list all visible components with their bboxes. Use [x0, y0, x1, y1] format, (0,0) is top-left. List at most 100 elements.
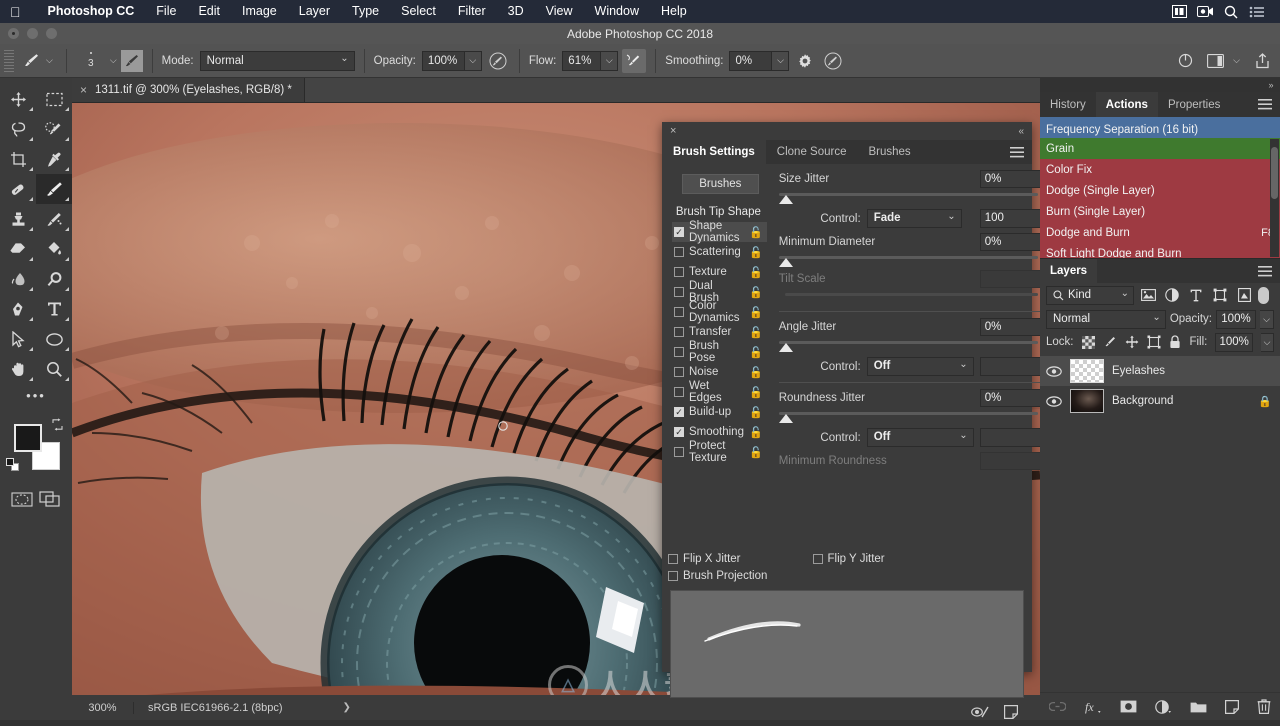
- filter-pixel-icon[interactable]: [1138, 286, 1158, 305]
- expand-arrow-icon[interactable]: ❯: [343, 702, 351, 713]
- action-row-soft-light-dodge-and-burn[interactable]: Soft Light Dodge and Burn: [1040, 243, 1280, 258]
- lock-icon[interactable]: 🔓: [749, 346, 763, 359]
- layer-fill-chevron-down-icon[interactable]: ⌵: [1260, 332, 1274, 352]
- checkbox-wet-edges[interactable]: [674, 387, 684, 397]
- window-controls[interactable]: [8, 23, 57, 44]
- blend-mode-select[interactable]: Normal: [199, 50, 355, 71]
- slider-knob[interactable]: [778, 258, 793, 267]
- tab-brushes[interactable]: Brushes: [857, 140, 921, 164]
- layer-opacity-input[interactable]: 100%: [1216, 309, 1256, 329]
- menu-type[interactable]: Type: [341, 0, 390, 23]
- size-control-select[interactable]: Fade: [866, 208, 962, 228]
- default-colors-icon[interactable]: [6, 458, 19, 471]
- brush-preset-thumbnail[interactable]: [120, 49, 143, 72]
- lock-icon[interactable]: 🔓: [749, 426, 763, 439]
- brush-tool-icon[interactable]: [20, 50, 42, 72]
- layer-fill-input[interactable]: 100%: [1215, 332, 1253, 352]
- menu-view[interactable]: View: [535, 0, 584, 23]
- panel-menu-icon[interactable]: [1010, 140, 1032, 164]
- smoothing-chevron-down-icon[interactable]: ⌵: [772, 50, 790, 71]
- eraser-tool[interactable]: [0, 234, 36, 264]
- brush-option-build-up[interactable]: Build-up 🔓: [672, 402, 767, 422]
- layer-name[interactable]: Background: [1112, 395, 1173, 407]
- menu-select[interactable]: Select: [390, 0, 447, 23]
- tool-preset-chevron-down-icon[interactable]: ⌵: [42, 55, 57, 66]
- checkbox-texture[interactable]: [674, 267, 684, 277]
- lock-icon[interactable]: 🔓: [749, 366, 763, 379]
- opacity-chevron-down-icon[interactable]: ⌵: [464, 50, 482, 71]
- brush-tip-shape-item[interactable]: Brush Tip Shape: [672, 202, 767, 222]
- close-icon[interactable]: ×: [670, 125, 676, 137]
- lock-icon[interactable]: 🔓: [749, 446, 763, 459]
- size-control-steps-input[interactable]: 100: [979, 209, 1042, 228]
- checkbox-build-up[interactable]: [674, 407, 684, 417]
- workspace-chevron-down-icon[interactable]: ⌵: [1229, 55, 1244, 66]
- pen-tool[interactable]: [0, 294, 36, 324]
- apple-logo-icon[interactable]: : [10, 5, 21, 19]
- action-row-burn-single-layer[interactable]: Burn (Single Layer): [1040, 201, 1280, 222]
- minimum-diameter-slider[interactable]: [778, 254, 1042, 268]
- slider-knob[interactable]: [778, 343, 793, 352]
- ellipse-tool[interactable]: [36, 324, 72, 354]
- layer-row-eyelashes[interactable]: Eyelashes: [1040, 356, 1280, 386]
- brush-option-shape-dynamics[interactable]: Shape Dynamics 🔓: [672, 220, 767, 244]
- menu-filter[interactable]: Filter: [447, 0, 497, 23]
- layer-visibility-eye-icon[interactable]: [1046, 395, 1062, 407]
- crop-tool[interactable]: [0, 144, 36, 174]
- slider-knob[interactable]: [778, 195, 793, 204]
- brush-option-noise[interactable]: Noise 🔓: [672, 362, 767, 382]
- brush-option-texture[interactable]: Texture 🔓: [672, 262, 767, 282]
- lock-icon[interactable]: 🔓: [749, 306, 763, 319]
- lock-icon[interactable]: 🔓: [749, 286, 763, 299]
- actions-scrollbar[interactable]: [1270, 139, 1279, 257]
- foreground-color-swatch[interactable]: [14, 424, 42, 452]
- checkbox-brush-projection[interactable]: [668, 570, 678, 581]
- panel-menu-icon[interactable]: [1258, 259, 1280, 283]
- airbrush-icon[interactable]: [622, 48, 647, 73]
- new-layer-icon[interactable]: [1225, 699, 1239, 714]
- brush-size-preview[interactable]: 3: [76, 46, 106, 76]
- brush-option-dual-brush[interactable]: Dual Brush 🔓: [672, 280, 767, 304]
- type-tool[interactable]: [36, 294, 72, 324]
- roundness-jitter-input[interactable]: 0%: [979, 389, 1042, 407]
- menu-layer[interactable]: Layer: [288, 0, 341, 23]
- toggle-live-tip-brush-icon[interactable]: [971, 706, 990, 718]
- menu-image[interactable]: Image: [231, 0, 288, 23]
- layer-row-background[interactable]: Background 🔒: [1040, 386, 1280, 416]
- lock-all-icon[interactable]: [1169, 335, 1182, 349]
- layer-thumbnail[interactable]: [1070, 359, 1104, 383]
- lock-position-icon[interactable]: [1125, 335, 1139, 349]
- menu-3d[interactable]: 3D: [497, 0, 535, 23]
- brush-tool[interactable]: [36, 174, 72, 204]
- gear-icon[interactable]: [793, 49, 817, 73]
- screen-mode-icon[interactable]: [37, 490, 63, 508]
- create-new-brush-icon[interactable]: [1004, 705, 1018, 719]
- flow-input[interactable]: 61%: [562, 50, 602, 71]
- brushes-button[interactable]: Brushes: [682, 174, 759, 194]
- spotlight-search-icon[interactable]: [1218, 0, 1244, 23]
- lock-icon[interactable]: 🔓: [749, 326, 763, 339]
- zoom-level-input[interactable]: 300%: [72, 701, 134, 714]
- layer-filter-kind-select[interactable]: Kind: [1046, 285, 1134, 305]
- control-center-icon[interactable]: [1244, 0, 1270, 23]
- menu-app-name[interactable]: Photoshop CC: [37, 0, 146, 23]
- new-adjustment-layer-icon[interactable]: [1155, 699, 1172, 714]
- close-icon[interactable]: ×: [80, 83, 87, 97]
- filter-type-icon[interactable]: [1186, 286, 1206, 305]
- pressure-controls-size-icon[interactable]: [821, 49, 845, 73]
- quick-selection-tool[interactable]: [36, 114, 72, 144]
- tab-brush-settings[interactable]: Brush Settings: [662, 140, 766, 164]
- layer-style-fx-icon[interactable]: fx: [1084, 700, 1102, 714]
- checkbox-scattering[interactable]: [674, 247, 684, 257]
- tab-layers[interactable]: Layers: [1040, 259, 1098, 283]
- clone-stamp-tool[interactable]: [0, 204, 36, 234]
- roundness-jitter-slider[interactable]: [778, 410, 1042, 424]
- menu-file[interactable]: File: [145, 0, 187, 23]
- size-jitter-slider[interactable]: [778, 191, 1042, 205]
- lock-icon[interactable]: 🔓: [749, 406, 763, 419]
- lock-icon[interactable]: 🔓: [749, 226, 763, 239]
- layer-thumbnail[interactable]: [1070, 389, 1104, 413]
- lock-icon[interactable]: 🔓: [749, 266, 763, 279]
- new-group-icon[interactable]: [1190, 700, 1207, 713]
- checkbox-smoothing[interactable]: [674, 427, 684, 437]
